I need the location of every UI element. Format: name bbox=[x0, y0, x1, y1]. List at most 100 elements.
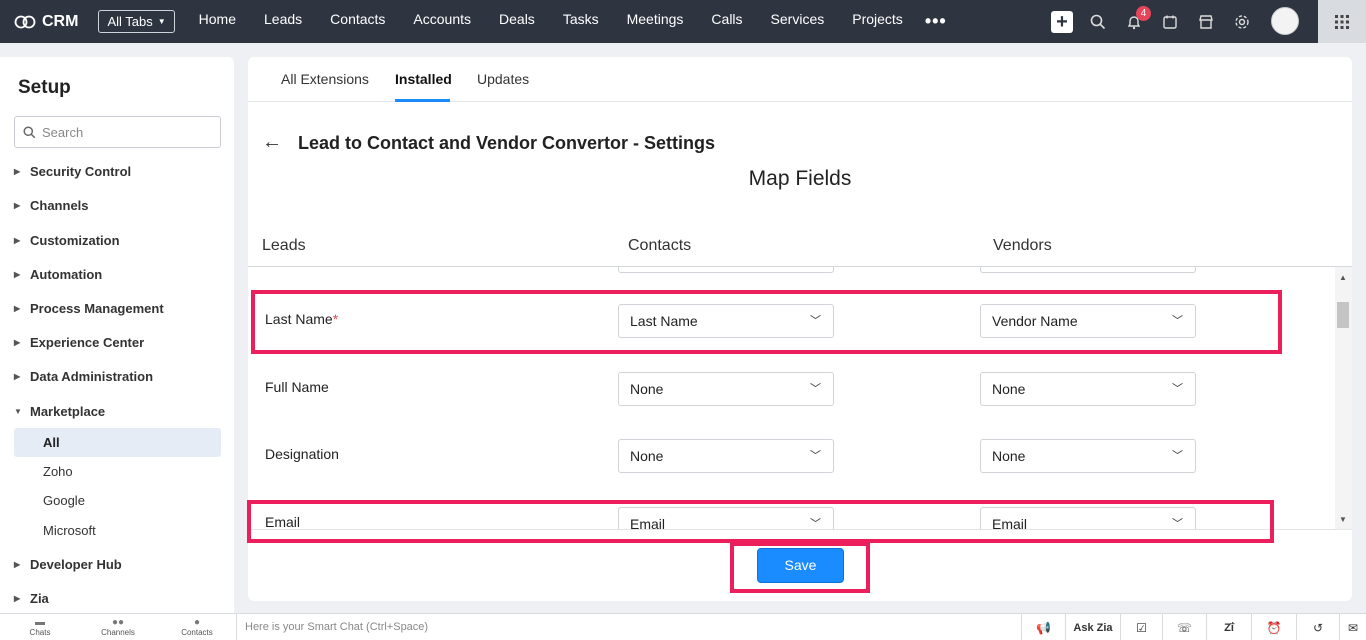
section-title: Map Fields bbox=[748, 167, 852, 190]
sidebar-search[interactable]: Search bbox=[14, 116, 221, 148]
sidebar-item-marketplace[interactable]: ▼ Marketplace bbox=[14, 404, 105, 419]
plus-icon: + bbox=[1051, 10, 1073, 33]
sidebar-item-channels[interactable]: ▶ Channels bbox=[14, 198, 89, 213]
chat-icon: ▬ bbox=[35, 617, 45, 628]
reminders-button[interactable]: ⏰ bbox=[1251, 614, 1296, 640]
sidebar-item-data-administration[interactable]: ▶ Data Administration bbox=[14, 369, 153, 384]
caret-down-icon: ▼ bbox=[157, 17, 166, 26]
setup-sidebar: Setup Search ▶ Security Control ▶ Channels… bbox=[0, 57, 234, 613]
calls-button[interactable]: ☏ bbox=[1162, 614, 1206, 640]
smart-chat-input[interactable]: Here is your Smart Chat (Ctrl+Space) bbox=[236, 614, 1021, 640]
contact-icon: ● bbox=[193, 617, 201, 628]
column-header-contacts: Contacts bbox=[628, 237, 692, 254]
chevron-right-icon: ▶ bbox=[14, 338, 21, 347]
tab-installed[interactable]: Installed bbox=[395, 71, 452, 87]
marketplace-button[interactable] bbox=[1188, 0, 1224, 43]
sidebar-item-security-control[interactable]: ▶ Security Control bbox=[14, 164, 131, 179]
crm-logo[interactable]: CRM bbox=[14, 13, 78, 31]
select-value: None bbox=[992, 448, 1026, 464]
megaphone-icon: 📢 bbox=[1036, 620, 1051, 635]
create-button[interactable]: + bbox=[1044, 0, 1080, 43]
vendor-field-select[interactable] bbox=[980, 267, 1196, 273]
notification-badge: 4 bbox=[1136, 6, 1151, 21]
bottom-bar: ▬ Chats ●● Channels ● Contacts Here is your… bbox=[0, 613, 1366, 640]
nav-projects[interactable]: Projects bbox=[838, 11, 917, 32]
notifications-button[interactable]: 4 bbox=[1116, 0, 1152, 43]
nav-deals[interactable]: Deals bbox=[485, 11, 549, 32]
contacts-button[interactable]: ● Contacts bbox=[157, 614, 237, 640]
all-tabs-dropdown[interactable]: All Tabs ▼ bbox=[98, 10, 175, 33]
nav-leads[interactable]: Leads bbox=[250, 11, 316, 32]
vendor-field-select[interactable]: None ﹀ bbox=[980, 439, 1196, 473]
sidebar-item-automation[interactable]: ▶ Automation bbox=[14, 267, 102, 282]
lead-field-label: Full Name bbox=[265, 379, 329, 395]
search-placeholder: Search bbox=[42, 124, 84, 140]
phone-icon: ☏ bbox=[1176, 620, 1192, 635]
zia-button[interactable]: Zΐ bbox=[1206, 614, 1251, 640]
sidebar-item-developer-hub[interactable]: ▶ Developer Hub bbox=[14, 557, 122, 572]
select-value: None bbox=[992, 381, 1026, 397]
contact-field-select[interactable] bbox=[618, 267, 834, 273]
nav-accounts[interactable]: Accounts bbox=[399, 11, 485, 32]
chevron-right-icon: ▶ bbox=[14, 304, 21, 313]
crm-logo-icon bbox=[14, 15, 36, 28]
sidebar-item-label: Channels bbox=[30, 198, 89, 213]
nav-contacts[interactable]: Contacts bbox=[316, 11, 399, 32]
contact-field-select[interactable]: None ﹀ bbox=[618, 372, 834, 406]
calendar-button[interactable] bbox=[1152, 0, 1188, 43]
nav-calls[interactable]: Calls bbox=[697, 11, 756, 32]
scroll-up-icon[interactable]: ▲ bbox=[1339, 273, 1347, 282]
contact-field-select[interactable]: None ﹀ bbox=[618, 439, 834, 473]
sidebar-subitem-zoho[interactable]: Zoho bbox=[14, 457, 221, 486]
announcement-button[interactable]: 📢 bbox=[1021, 614, 1065, 640]
sidebar-item-experience-center[interactable]: ▶ Experience Center bbox=[14, 335, 144, 350]
chevron-down-icon: ﹀ bbox=[810, 383, 821, 395]
search-button[interactable] bbox=[1080, 0, 1116, 43]
mapping-scrollbar[interactable]: ▲ ▼ bbox=[1335, 267, 1352, 529]
all-tabs-label: All Tabs bbox=[107, 14, 153, 29]
nav-home[interactable]: Home bbox=[185, 11, 250, 32]
apps-grid-button[interactable] bbox=[1318, 0, 1366, 43]
chevron-right-icon: ▶ bbox=[14, 594, 21, 603]
chats-label: Chats bbox=[29, 628, 51, 637]
channels-button[interactable]: ●● Channels bbox=[78, 614, 158, 640]
sidebar-item-process-management[interactable]: ▶ Process Management bbox=[14, 301, 164, 316]
nav-meetings[interactable]: Meetings bbox=[613, 11, 698, 32]
feedback-icon: ✉ bbox=[1347, 620, 1359, 635]
scroll-down-icon[interactable]: ▼ bbox=[1339, 515, 1347, 524]
feedback-button[interactable]: ✉ bbox=[1339, 614, 1366, 640]
sidebar-item-label: Process Management bbox=[30, 301, 164, 316]
chevron-right-icon: ▶ bbox=[14, 201, 21, 210]
tab-all-extensions[interactable]: All Extensions bbox=[281, 71, 369, 87]
sidebar-title: Setup bbox=[18, 77, 71, 98]
history-button[interactable]: ↺ bbox=[1296, 614, 1339, 640]
nav-tasks[interactable]: Tasks bbox=[549, 11, 613, 32]
gear-icon bbox=[1235, 14, 1249, 29]
store-icon bbox=[1199, 14, 1213, 29]
sidebar-subitem-google[interactable]: Google bbox=[14, 486, 221, 515]
module-nav: Home Leads Contacts Accounts Deals Tasks… bbox=[185, 11, 947, 32]
sidebar-item-customization[interactable]: ▶ Customization bbox=[14, 233, 120, 248]
tasks-button[interactable]: ☑ bbox=[1120, 614, 1162, 640]
user-avatar[interactable] bbox=[1271, 7, 1299, 35]
sidebar-item-label: Security Control bbox=[30, 164, 132, 179]
sidebar-subitem-all[interactable]: All bbox=[14, 428, 221, 457]
tab-updates[interactable]: Updates bbox=[477, 71, 529, 87]
ask-zia-button[interactable]: Ask Zia bbox=[1065, 614, 1120, 640]
more-icon[interactable]: ••• bbox=[925, 11, 947, 32]
scroll-thumb[interactable] bbox=[1337, 302, 1349, 328]
zia-icon: Zΐ bbox=[1224, 621, 1234, 634]
alarm-clock-icon: ⏰ bbox=[1266, 620, 1282, 635]
sidebar-subitem-microsoft[interactable]: Microsoft bbox=[14, 516, 221, 545]
highlight-box-email-row bbox=[247, 500, 1274, 543]
chats-button[interactable]: ▬ Chats bbox=[0, 614, 80, 640]
sidebar-item-zia[interactable]: ▶ Zia bbox=[14, 591, 49, 606]
nav-services[interactable]: Services bbox=[757, 11, 839, 32]
channels-icon: ●● bbox=[111, 617, 125, 628]
highlight-box-save-button bbox=[730, 542, 870, 593]
vendor-field-select[interactable]: None ﹀ bbox=[980, 372, 1196, 406]
settings-button[interactable] bbox=[1224, 0, 1260, 43]
column-header-leads: Leads bbox=[262, 237, 306, 254]
back-arrow-icon[interactable]: ← bbox=[262, 131, 282, 154]
sidebar-item-label: Customization bbox=[30, 233, 120, 248]
